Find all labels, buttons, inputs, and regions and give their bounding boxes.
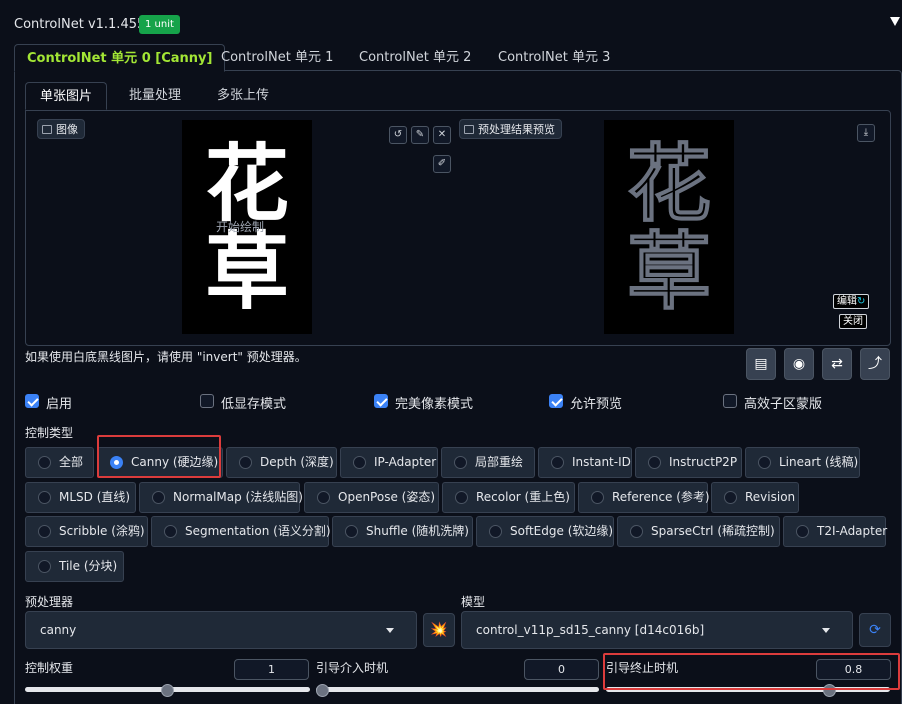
control-type-option[interactable]: OpenPose (姿态) bbox=[304, 482, 439, 513]
tab-batch[interactable]: 批量处理 bbox=[115, 82, 195, 110]
brush-icon[interactable]: ✐ bbox=[433, 155, 451, 173]
model-label: 模型 bbox=[461, 595, 486, 609]
tab-single-image[interactable]: 单张图片 bbox=[25, 82, 108, 110]
low-vram-label: 低显存模式 bbox=[221, 397, 287, 412]
start-step-label: 引导介入时机 bbox=[316, 661, 389, 675]
preview-char-1: 花 bbox=[626, 134, 712, 233]
tab-unit-2[interactable]: ControlNet 单元 2 bbox=[347, 44, 483, 72]
effective-mask-label: 高效子区蒙版 bbox=[744, 397, 823, 412]
control-weight-thumb[interactable] bbox=[161, 684, 174, 697]
image-panel bbox=[25, 110, 891, 346]
control-type-option[interactable]: Reference (参考) bbox=[578, 482, 710, 513]
control-type-option[interactable]: Scribble (涂鸦) bbox=[25, 516, 148, 547]
tab-multi-upload[interactable]: 多张上传 bbox=[203, 82, 283, 110]
control-type-option[interactable]: Tile (分块) bbox=[25, 551, 124, 582]
swap-icon[interactable]: ⇄ bbox=[822, 348, 852, 380]
tab-unit-1[interactable]: ControlNet 单元 1 bbox=[209, 44, 345, 72]
download-icon[interactable]: ⤓ bbox=[857, 124, 875, 142]
control-type-option[interactable]: Depth (深度) bbox=[226, 447, 337, 478]
preprocessor-dropdown[interactable]: canny bbox=[25, 611, 417, 649]
control-type-label: 控制类型 bbox=[25, 426, 74, 440]
control-type-option[interactable]: NormalMap (法线贴图) bbox=[139, 482, 303, 513]
send-up-icon[interactable]: ⤴ bbox=[860, 348, 890, 380]
close-preview-button[interactable]: 关闭 bbox=[839, 314, 867, 329]
eraser-icon[interactable]: ✎ bbox=[411, 126, 429, 144]
unit-count-badge: 1 unit bbox=[139, 15, 180, 34]
control-type-option[interactable]: Segmentation (语义分割) bbox=[151, 516, 331, 547]
collapse-triangle-icon[interactable] bbox=[890, 17, 900, 26]
refresh-icon: ↻ bbox=[857, 296, 866, 307]
canvas-char-1: 花 bbox=[204, 134, 289, 233]
enable-checkbox[interactable] bbox=[25, 394, 39, 408]
run-preprocessor-icon[interactable]: 💥 bbox=[423, 613, 455, 647]
control-type-option[interactable]: Instant-ID bbox=[538, 447, 632, 478]
panel-title: ControlNet v1.1.455 bbox=[14, 17, 146, 32]
refresh-models-icon[interactable]: ⟳ bbox=[859, 613, 891, 647]
start-step-input[interactable]: 0 bbox=[524, 659, 599, 680]
tab-unit-3[interactable]: ControlNet 单元 3 bbox=[486, 44, 622, 72]
preprocessor-preview-canvas: 花 草 bbox=[604, 120, 734, 334]
control-type-option[interactable]: Shuffle (随机洗牌) bbox=[332, 516, 473, 547]
control-type-option[interactable]: MLSD (直线) bbox=[25, 482, 136, 513]
image-icon bbox=[464, 125, 474, 134]
allow-preview-label: 允许预览 bbox=[570, 397, 623, 412]
highlight-box bbox=[97, 435, 221, 478]
camera-icon[interactable]: ◉ bbox=[784, 348, 814, 380]
chevron-down-icon bbox=[822, 628, 830, 633]
control-type-option[interactable]: 局部重绘 bbox=[441, 447, 535, 478]
control-type-option[interactable]: SoftEdge (软边缘) bbox=[476, 516, 614, 547]
tab-unit-0[interactable]: ControlNet 单元 0 [Canny] bbox=[14, 44, 226, 72]
control-type-option[interactable]: 全部 bbox=[25, 447, 94, 478]
model-dropdown[interactable]: control_v11p_sd15_canny [d14c016b] bbox=[461, 611, 853, 649]
low-vram-checkbox[interactable] bbox=[200, 394, 214, 408]
control-type-option[interactable]: SparseCtrl (稀疏控制) bbox=[617, 516, 780, 547]
preprocessor-label: 预处理器 bbox=[25, 595, 74, 609]
undo-icon[interactable]: ↺ bbox=[389, 126, 407, 144]
edit-button[interactable]: 编辑↻ bbox=[833, 294, 870, 309]
effective-mask-checkbox[interactable] bbox=[723, 394, 737, 408]
canvas-char-2: 草 bbox=[204, 222, 289, 321]
start-drawing-text: 开始绘制 bbox=[216, 220, 265, 234]
image-input-label: 图像 bbox=[37, 119, 85, 139]
control-type-option[interactable]: IP-Adapter bbox=[340, 447, 438, 478]
preview-char-2: 草 bbox=[626, 222, 712, 321]
pixel-perfect-label: 完美像素模式 bbox=[395, 397, 474, 412]
image-icon bbox=[42, 125, 52, 134]
preview-label: 预处理结果预览 bbox=[459, 119, 562, 139]
document-icon[interactable]: ▤ bbox=[746, 348, 776, 380]
allow-preview-checkbox[interactable] bbox=[549, 394, 563, 408]
invert-hint: 如果使用白底黑线图片，请使用 "invert" 预处理器。 bbox=[25, 350, 307, 364]
control-type-option[interactable]: InstructP2P bbox=[635, 447, 742, 478]
start-step-thumb[interactable] bbox=[316, 684, 329, 697]
highlight-box bbox=[603, 653, 900, 690]
close-icon[interactable]: ✕ bbox=[433, 126, 451, 144]
control-weight-input[interactable]: 1 bbox=[234, 659, 309, 680]
control-type-option[interactable]: Recolor (重上色) bbox=[442, 482, 575, 513]
start-step-slider[interactable] bbox=[316, 687, 599, 692]
control-type-option[interactable]: Lineart (线稿) bbox=[745, 447, 860, 478]
control-type-option[interactable]: T2I-Adapter bbox=[783, 516, 887, 547]
control-type-option[interactable]: Revision bbox=[711, 482, 799, 513]
chevron-down-icon bbox=[386, 628, 394, 633]
control-weight-label: 控制权重 bbox=[25, 661, 74, 675]
pixel-perfect-checkbox[interactable] bbox=[374, 394, 388, 408]
enable-label: 启用 bbox=[46, 397, 73, 412]
